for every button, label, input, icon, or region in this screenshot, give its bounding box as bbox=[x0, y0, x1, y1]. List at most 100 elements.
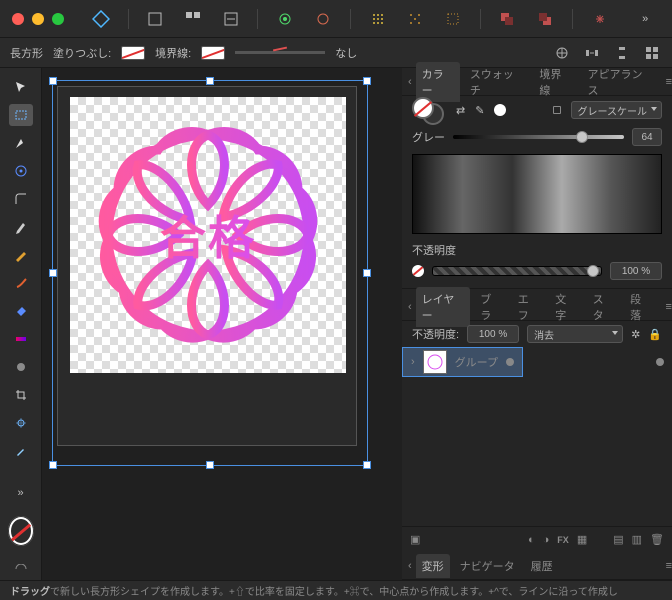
tab-navigator[interactable]: ナビゲータ bbox=[454, 554, 521, 578]
grey-value[interactable]: 64 bbox=[632, 128, 662, 146]
doc-setup-button[interactable] bbox=[308, 6, 338, 32]
layer-row[interactable]: › グループ bbox=[402, 347, 523, 377]
persona-vector-button[interactable] bbox=[141, 6, 171, 32]
main-area: » bbox=[0, 68, 672, 580]
swap-colors-icon[interactable] bbox=[9, 558, 33, 580]
tab-history[interactable]: 履歴 bbox=[525, 554, 559, 578]
persona-pixel-button[interactable] bbox=[178, 6, 208, 32]
fx-icon[interactable]: ◑ bbox=[543, 534, 550, 546]
add-pixel-layer-icon[interactable]: ▥ bbox=[632, 533, 642, 546]
grey-label: グレー bbox=[412, 129, 445, 145]
color-model-dropdown[interactable]: グレースケール bbox=[571, 101, 663, 119]
snap-dots1-icon[interactable] bbox=[363, 6, 393, 32]
color-well[interactable] bbox=[412, 97, 446, 123]
point-transform-tool[interactable] bbox=[9, 160, 33, 182]
brush-tool[interactable] bbox=[9, 272, 33, 294]
pencil-tool[interactable] bbox=[9, 244, 33, 266]
tab-transform[interactable]: 変形 bbox=[416, 554, 450, 578]
color-spectrum[interactable] bbox=[412, 154, 662, 234]
fullscreen-window-icon[interactable] bbox=[52, 13, 64, 25]
tool-overflow[interactable]: » bbox=[9, 482, 33, 504]
layer-opacity-value[interactable]: 100 % bbox=[467, 325, 519, 343]
layer-thumbnail bbox=[423, 350, 447, 374]
tool-panel: » bbox=[0, 68, 42, 580]
fill-label: 塗りつぶし: bbox=[53, 45, 111, 61]
bottom-panel-tabs: ‹ 変形 ナビゲータ 履歴 ≡ bbox=[402, 552, 672, 580]
adjustment-icon[interactable]: ◐ bbox=[528, 534, 535, 546]
minimize-window-icon[interactable] bbox=[32, 13, 44, 25]
mask-icon[interactable]: ▣ bbox=[410, 533, 420, 546]
stroke-label: 境界線: bbox=[155, 45, 191, 61]
shape-name-label: 長方形 bbox=[10, 45, 43, 61]
pen-tool[interactable] bbox=[9, 216, 33, 238]
opacity-label: 不透明度 bbox=[412, 242, 456, 258]
panel-collapse-icon[interactable]: ‹ bbox=[408, 560, 412, 572]
corner-tool[interactable] bbox=[9, 188, 33, 210]
layers-panel-tabs: ‹ レイヤー ブラ エフ 文字 スタ 段落 ≡ bbox=[402, 293, 672, 321]
window-controls bbox=[12, 13, 64, 25]
disclosure-icon[interactable]: › bbox=[411, 356, 415, 368]
fill-swatch[interactable] bbox=[121, 46, 145, 60]
color-panel-tabs: ‹ カラー スウォッチ 境界線 アピアランス ≡ bbox=[402, 68, 672, 96]
eyedropper-icon[interactable]: ✎ bbox=[475, 104, 484, 117]
align-icon[interactable] bbox=[552, 43, 572, 63]
color-well-large[interactable] bbox=[8, 516, 34, 546]
arrange-front-button[interactable] bbox=[530, 6, 560, 32]
lock-aspect-icon[interactable] bbox=[553, 106, 561, 114]
blend-mode-dropdown[interactable]: 消去 bbox=[527, 325, 623, 343]
prefs-button[interactable] bbox=[270, 6, 300, 32]
canvas[interactable]: 合格 bbox=[42, 68, 402, 580]
arrange-back-button[interactable] bbox=[493, 6, 523, 32]
close-window-icon[interactable] bbox=[12, 13, 24, 25]
add-layer-icon[interactable]: ▤ bbox=[613, 533, 623, 546]
visibility-dot[interactable] bbox=[656, 358, 664, 366]
eyedropper-tool[interactable] bbox=[9, 440, 33, 462]
layer-opacity-label: 不透明度: bbox=[412, 326, 459, 342]
crop-tool[interactable] bbox=[9, 384, 33, 406]
layer-name[interactable]: グループ bbox=[455, 354, 498, 370]
layer-list: › グループ 長方形 bbox=[402, 347, 672, 377]
distribute-h-icon[interactable] bbox=[582, 43, 602, 63]
visibility-dot[interactable] bbox=[506, 358, 514, 366]
lock-icon[interactable]: 🔒 bbox=[648, 328, 662, 341]
opacity-slider[interactable] bbox=[432, 266, 602, 276]
selection-bounds bbox=[52, 80, 368, 466]
sample-dot-icon[interactable] bbox=[494, 104, 506, 116]
gradient-tool[interactable] bbox=[9, 328, 33, 350]
overflow-icon[interactable]: » bbox=[630, 6, 660, 32]
color-well-row: ⇄ ✎ グレースケール bbox=[402, 96, 672, 124]
opacity-value[interactable]: 100 % bbox=[610, 262, 662, 280]
right-panels: ‹ カラー スウォッチ 境界線 アピアランス ≡ ⇄ ✎ グレースケール グレー… bbox=[402, 68, 672, 580]
panel-collapse-icon[interactable]: ‹ bbox=[408, 301, 412, 313]
gear-icon[interactable]: ✲ bbox=[631, 328, 640, 341]
snap-dots2-icon[interactable] bbox=[400, 6, 430, 32]
persona-export-button[interactable] bbox=[216, 6, 246, 32]
distribute-v-icon[interactable] bbox=[612, 43, 632, 63]
fill-tool[interactable] bbox=[9, 300, 33, 322]
grid-icon[interactable] bbox=[642, 43, 662, 63]
status-bold: ドラッグ bbox=[10, 583, 50, 598]
stroke-swatch[interactable] bbox=[201, 46, 225, 60]
shape-tool[interactable] bbox=[9, 412, 33, 434]
snapping-toggle[interactable] bbox=[585, 6, 615, 32]
node-tool[interactable] bbox=[9, 132, 33, 154]
snap-dots3-icon[interactable] bbox=[438, 6, 468, 32]
no-opacity-icon[interactable] bbox=[412, 265, 424, 277]
move-tool[interactable] bbox=[9, 76, 33, 98]
panel-menu-icon[interactable]: ≡ bbox=[666, 76, 672, 88]
app-logo-icon bbox=[86, 6, 116, 32]
panel-menu-icon[interactable]: ≡ bbox=[666, 301, 672, 313]
panel-collapse-icon[interactable]: ‹ bbox=[408, 76, 412, 88]
stroke-width-slider[interactable] bbox=[235, 51, 325, 54]
delete-layer-icon[interactable]: 🗑 bbox=[650, 533, 664, 546]
titlebar: » bbox=[0, 0, 672, 38]
status-bar: ドラッグ で新しい長方形シェイプを作成します。+⇧で比率を固定します。+⌘で、中… bbox=[0, 580, 672, 600]
stroke-preset-label: なし bbox=[335, 45, 357, 61]
transparency-tool[interactable] bbox=[9, 356, 33, 378]
grey-slider[interactable] bbox=[453, 135, 624, 139]
fx2-icon[interactable]: FX bbox=[557, 535, 569, 545]
rectangle-tool[interactable] bbox=[9, 104, 33, 126]
crop-icon[interactable]: ▦ bbox=[577, 533, 587, 546]
swap-arrows-icon[interactable]: ⇄ bbox=[456, 104, 465, 117]
panel-menu-icon[interactable]: ≡ bbox=[666, 560, 672, 572]
